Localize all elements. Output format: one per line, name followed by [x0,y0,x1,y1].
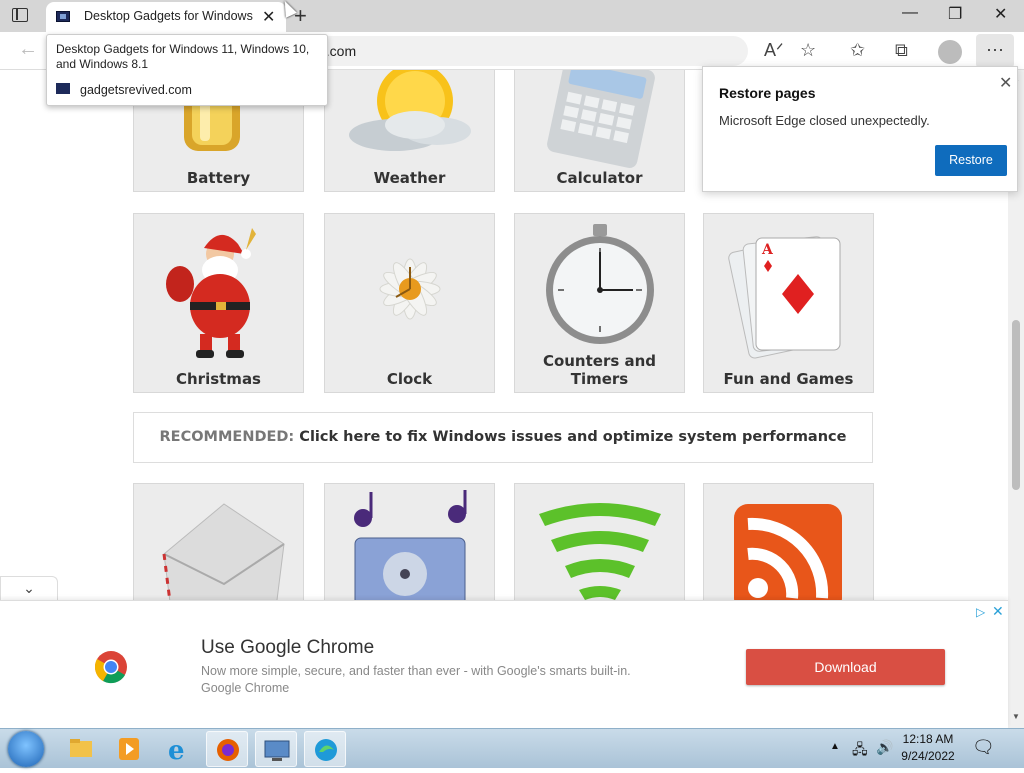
file-explorer-icon[interactable] [60,731,102,767]
edge-icon[interactable] [304,731,346,767]
volume-tray-icon[interactable]: 🔊 [876,739,893,756]
network-tray-icon[interactable]: 🖧 [852,739,868,763]
tile-label: Counters and Timers [542,352,657,388]
gadget-tile-rss[interactable] [703,483,874,600]
firefox-icon[interactable] [206,731,248,767]
notification-icon[interactable]: 🗨 [972,737,995,758]
svg-text:e: e [168,736,185,766]
remote-desktop-icon[interactable] [255,731,297,767]
tile-label: Weather [373,169,446,187]
restore-pages-popup: Restore pages Microsoft Edge closed unex… [702,66,1018,192]
ad-banner: ▷ ✕ Use Google Chrome Now more simple, s… [0,600,1008,728]
tab-tooltip: Desktop Gadgets for Windows 11, Windows … [46,34,328,106]
close-icon[interactable]: ✕ [999,73,1012,93]
favorites-icon[interactable]: ✩ [850,40,865,61]
clock-date[interactable]: 9/24/2022 [896,749,960,763]
ad-close-icon[interactable]: ✕ [992,603,1004,620]
clock-time[interactable]: 12:18 AM [896,732,960,746]
download-button[interactable]: Download [746,649,945,685]
tab-close-icon[interactable]: ✕ [262,7,275,27]
add-favorite-icon[interactable]: ☆ [800,40,816,61]
recommended-banner[interactable]: RECOMMENDED: Click here to fix Windows i… [133,412,873,463]
more-menu-icon[interactable]: ··· [976,34,1014,68]
start-button[interactable] [8,731,44,767]
tab-actions-icon[interactable] [12,8,28,22]
windows-taskbar: e ▲ 🖧 🔊 12:18 AM 9/24/2022 🗨 [0,728,1024,768]
restore-button[interactable]: Restore [935,145,1007,176]
restore-title: Restore pages [719,85,816,101]
gadget-tile-weather[interactable]: Weather [324,70,495,192]
adchoices-icon[interactable]: ▷ [976,605,985,619]
scroll-down-icon[interactable]: ▼ [1012,712,1020,721]
gadget-tile-network[interactable] [514,483,685,600]
close-window-icon[interactable]: ✕ [994,4,1007,24]
tab-bar: Desktop Gadgets for Windows 11, Windows … [0,0,1024,32]
tooltip-title: Desktop Gadgets for Windows 11, Windows … [56,42,310,71]
svg-text:A: A [761,242,774,258]
ad-collapse-chevron-icon[interactable]: ⌄ [0,576,58,600]
media-player-taskbar-icon[interactable] [108,731,150,767]
recommended-prefix: RECOMMENDED: [159,429,295,445]
tooltip-url: gadgetsrevived.com [80,83,192,97]
chrome-logo-icon [94,651,127,684]
gadget-tile-counters-timers[interactable]: Counters and Timers [514,213,685,393]
tooltip-favicon-icon [56,83,70,94]
tile-label: Christmas [175,370,261,388]
gadget-tile-calculator[interactable]: Calculator [514,70,685,192]
ad-subtitle: Now more simple, secure, and faster than… [201,664,631,678]
recommended-text[interactable]: RECOMMENDED: Click here to fix Windows i… [134,429,872,445]
show-hidden-icons[interactable]: ▲ [830,741,840,752]
ad-brand: Google Chrome [201,681,290,695]
envelope-icon [162,503,285,600]
read-aloud-icon[interactable]: Aᐟ [764,40,784,61]
scroll-thumb[interactable] [1012,320,1020,490]
profile-avatar[interactable] [938,40,962,64]
gadget-tile-clock[interactable]: Clock [324,213,495,393]
recommended-link[interactable]: Click here to fix Windows issues and opt… [299,429,846,445]
wifi-signal-icon [539,503,661,600]
tile-label: Fun and Games [723,370,854,388]
gadget-tile-fun-games[interactable]: A Fun and Games [703,213,874,393]
gadget-tile-mail[interactable] [133,483,304,600]
santa-icon [166,228,256,358]
gadget-tile-christmas[interactable]: Christmas [133,213,304,393]
tile-label: Calculator [556,169,643,187]
gadget-tile-media[interactable] [324,483,495,600]
site-favicon-icon [56,11,70,22]
playing-cards-icon: A [728,236,841,359]
clock-icon [379,258,441,320]
collections-icon[interactable]: ⧉ [895,40,908,61]
internet-explorer-icon[interactable]: e [158,731,200,767]
active-tab[interactable]: Desktop Gadgets for Windows 11, Windows … [46,2,286,32]
tile-label: Battery [186,169,251,187]
tab-title: Desktop Gadgets for Windows 11, Windows … [84,9,254,23]
restore-message: Microsoft Edge closed unexpectedly. [719,113,930,128]
restore-window-icon[interactable]: ❐ [948,4,962,24]
minimize-icon[interactable]: — [902,4,918,22]
media-player-icon [354,490,467,600]
tile-label: Clock [386,370,433,388]
new-tab-icon[interactable]: + [294,3,307,29]
ad-title[interactable]: Use Google Chrome [201,637,374,659]
rss-feed-icon [734,504,842,600]
back-arrow-icon[interactable]: ← [18,38,38,61]
